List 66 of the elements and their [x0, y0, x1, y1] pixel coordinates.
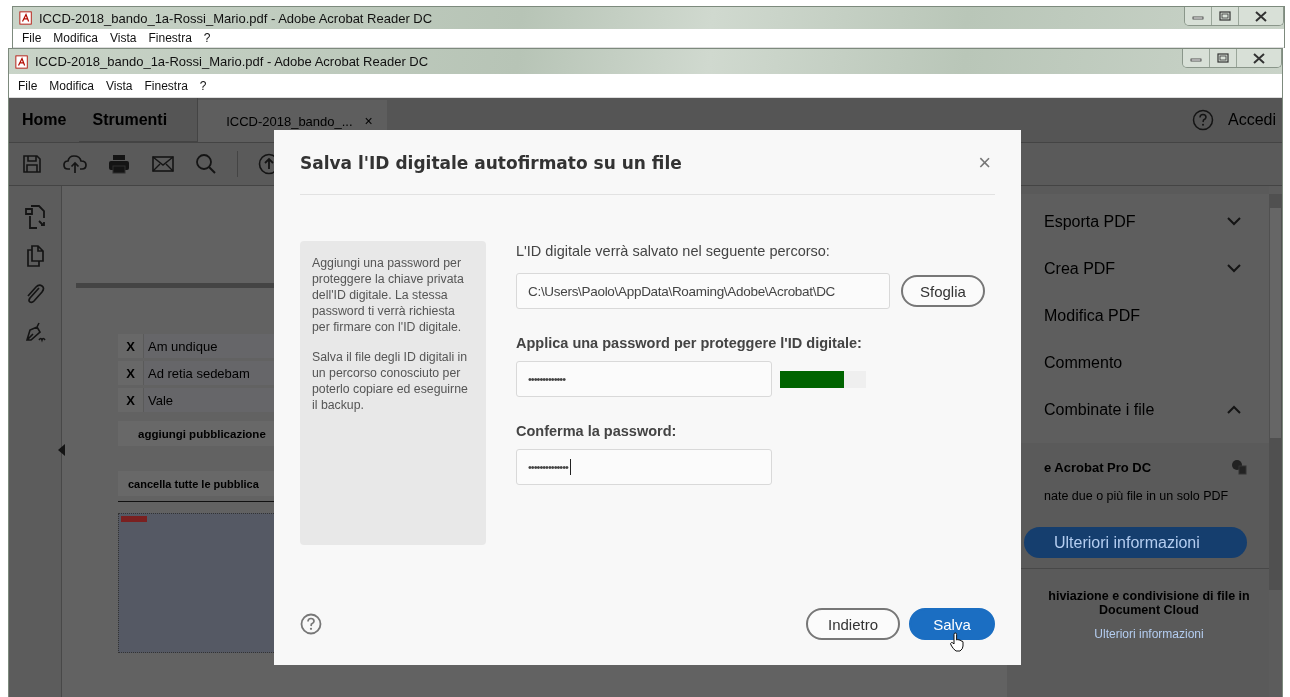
tool-item[interactable]: Combinate i file [1007, 386, 1269, 433]
more-info-link[interactable]: Ulteriori informazioni [1094, 627, 1204, 641]
remove-button[interactable]: X [118, 334, 144, 358]
scrollbar[interactable] [1269, 194, 1282, 590]
tool-item[interactable]: Esporta PDF [1007, 198, 1269, 245]
close-icon [1254, 10, 1268, 22]
close-button[interactable] [1238, 7, 1283, 25]
minimize-button[interactable] [1185, 7, 1211, 25]
maximize-button[interactable] [1209, 49, 1236, 67]
tool-item[interactable]: Crea PDF [1007, 245, 1269, 292]
pdf-icon [15, 54, 29, 69]
path-field[interactable]: C:\Users\Paolo\AppData\Roaming\Adobe\Acrobat\DC [516, 273, 890, 309]
pages-icon[interactable] [24, 244, 46, 268]
paperclip-icon[interactable] [24, 282, 46, 306]
sign-in-link[interactable]: Accedi [1227, 111, 1276, 129]
pen-signature-icon[interactable] [23, 320, 47, 344]
window-title: ICCD-2018_bando_1a-Rossi_Mario.pdf - Adobe Acrobat Reader DC [35, 54, 430, 69]
combine-icon [1231, 459, 1247, 475]
remove-button[interactable]: X [118, 388, 144, 412]
close-button[interactable]: × [974, 149, 995, 176]
maximize-button[interactable] [1211, 7, 1238, 25]
window-title: ICCD-2018_bando_1a-Rossi_Mario.pdf - Adobe Acrobat Reader DC [39, 10, 434, 26]
print-icon[interactable] [107, 153, 131, 175]
field-tag-icon [121, 516, 147, 522]
menu-item[interactable]: Finestra [148, 31, 192, 45]
scroll-thumb[interactable] [1270, 208, 1281, 438]
collapse-arrow-icon[interactable] [58, 444, 65, 456]
minimize-button[interactable] [1183, 49, 1209, 67]
password-label: Applica una password per proteggere l'ID digitale: [516, 335, 863, 351]
promo-title: e Acrobat Pro DC [1044, 459, 1152, 475]
info-text: Aggiungi una password per proteggere la chiave privata dell'ID digitale. La stessa password ti verrà richiesta per firmare con l'ID digitale. [312, 255, 465, 335]
browse-button[interactable]: Sfoglia [901, 275, 985, 307]
confirm-password-field[interactable]: •••••••••••••• [516, 449, 772, 485]
mail-icon[interactable] [151, 154, 175, 174]
maximize-icon [1217, 53, 1229, 63]
dialog-title: Salva l'ID digitale autofirmato su un file [300, 152, 682, 173]
help-icon[interactable] [300, 613, 322, 635]
maximize-icon [1219, 11, 1231, 21]
back-button[interactable]: Indietro [806, 608, 900, 640]
cloud-upload-icon[interactable] [63, 153, 87, 175]
path-label: L'ID digitale verrà salvato nel seguente percorso: [516, 243, 831, 259]
save-button[interactable]: Salva [909, 608, 995, 640]
more-info-button[interactable]: Ulteriori informazioni [1024, 527, 1247, 558]
pdf-icon [19, 11, 33, 25]
remove-button[interactable]: X [118, 361, 144, 385]
hand-cursor-icon [949, 632, 965, 652]
menu-item[interactable]: Modifica [49, 78, 95, 93]
close-button[interactable] [1236, 49, 1281, 67]
help-icon[interactable] [1191, 109, 1214, 131]
menu-item[interactable]: File [22, 31, 42, 45]
password-field[interactable]: ••••••••••••• [516, 361, 772, 397]
close-icon [1252, 52, 1266, 64]
cloud-text: hiviazione e condivisione di file in Document Cloud [1047, 589, 1251, 617]
search-icon[interactable] [195, 153, 217, 175]
menu-item[interactable]: Finestra [144, 78, 188, 93]
menu-item[interactable]: ? [199, 78, 207, 93]
save-icon[interactable] [21, 153, 43, 175]
menu-item[interactable]: Vista [110, 31, 137, 45]
app-tab[interactable]: Strumenti [79, 98, 199, 142]
menu-item[interactable]: Modifica [53, 31, 99, 45]
promo-text: nate due o più file in un solo PDF [1044, 489, 1230, 503]
menu-item[interactable]: Vista [106, 78, 133, 93]
export-file-icon[interactable] [23, 204, 47, 230]
menu-item[interactable]: File [18, 78, 38, 93]
confirm-label: Conferma la password: [516, 423, 678, 439]
menu-item[interactable]: ? [203, 31, 211, 45]
